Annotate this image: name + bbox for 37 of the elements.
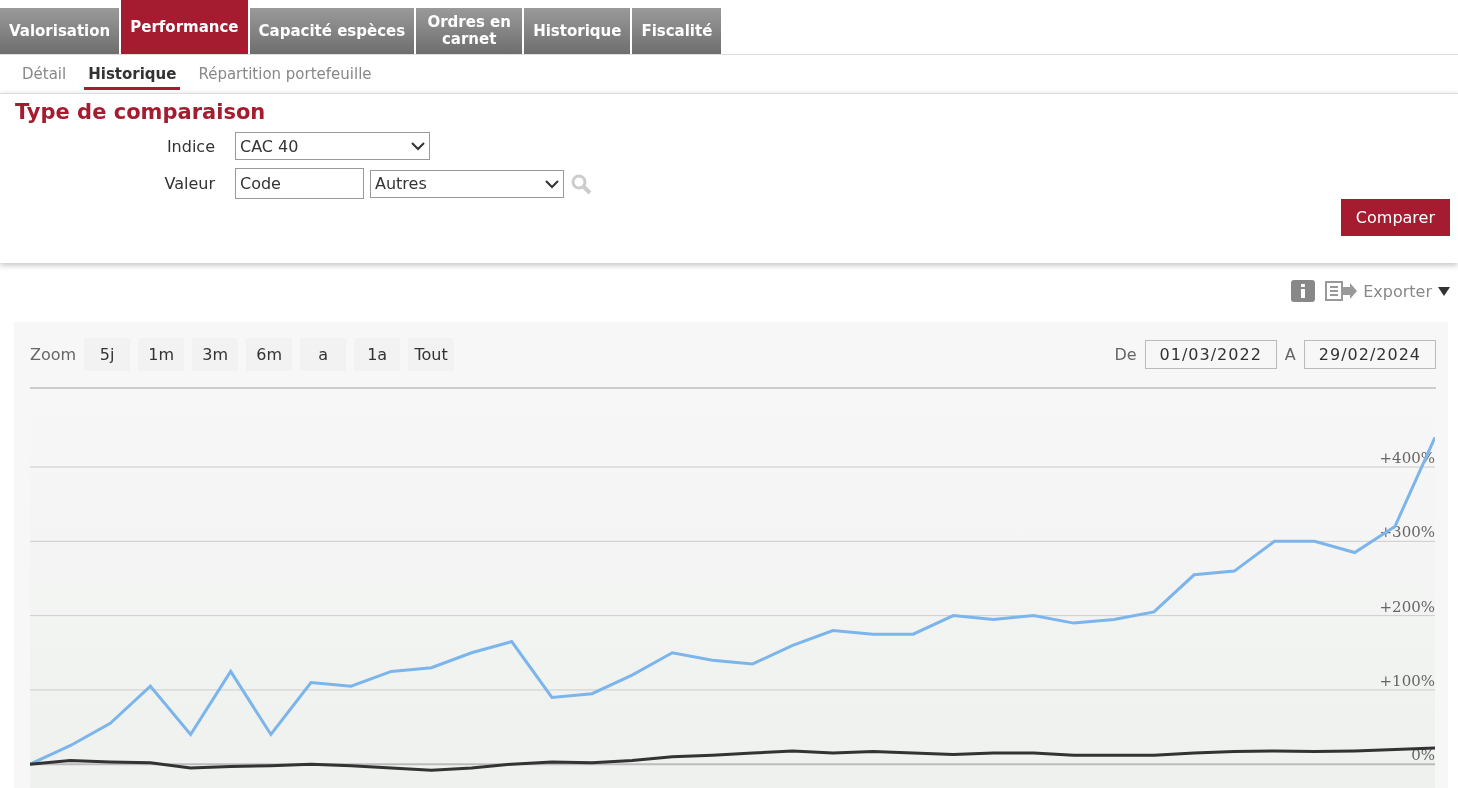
from-date-field[interactable]: 01/03/2022 [1144,340,1277,369]
zoom-button[interactable]: 1a [354,338,401,371]
section-title: Type de comparaison [15,100,267,124]
zoom-button[interactable]: 3m [192,338,239,371]
sub-tab[interactable]: Répartition portefeuille [194,65,376,90]
export-menu[interactable]: Exporter [1325,281,1450,301]
axis-label: +200% [1379,597,1435,616]
category-select[interactable]: Autres [370,169,564,198]
code-field[interactable]: Code [235,168,364,199]
zoom-button[interactable]: a [300,338,347,371]
field-label: Valeur [163,174,215,193]
nav-tab[interactable]: Capacité espèces [249,8,415,54]
to-date-field[interactable]: 29/02/2024 [1303,340,1436,369]
info-icon[interactable] [1291,280,1316,302]
caret-icon [1438,286,1450,296]
nav-tab[interactable]: Valorisation [0,8,120,54]
nav-tab[interactable]: Fiscalité [632,8,722,54]
sub-tab[interactable]: Historique [84,65,181,90]
zoom-label: Zoom [30,345,77,364]
index-select[interactable]: CAC 40 [235,132,430,160]
sub-tab[interactable]: Détail [18,65,71,90]
compare-button[interactable]: Comparer [1340,199,1450,236]
zoom-button[interactable]: Tout [408,338,455,371]
nav-tab[interactable]: Ordres en carnet [416,8,523,54]
zoom-button[interactable]: 6m [246,338,293,371]
nav-tab[interactable]: Performance [121,0,248,54]
document-arrow-icon [1325,281,1358,301]
chevron-down-icon [545,178,559,189]
axis-label: +100% [1379,671,1435,690]
axis-label: 0% [1411,746,1435,765]
field-label: Indice [165,136,215,156]
nav-tab[interactable]: Historique [524,8,631,54]
chevron-down-icon [411,141,425,151]
zoom-button[interactable]: 5j [84,338,131,371]
to-label: A [1284,345,1296,364]
from-label: De [1114,345,1137,364]
zoom-button[interactable]: 1m [138,338,185,371]
